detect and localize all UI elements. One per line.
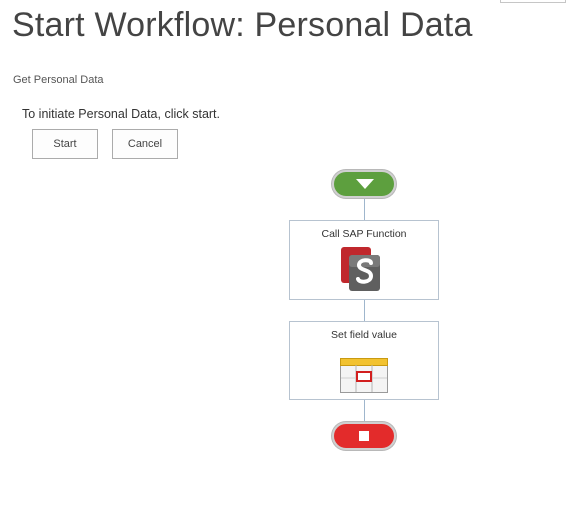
action-set-field-value[interactable]: Set field value xyxy=(289,321,439,400)
connector-line xyxy=(364,399,365,422)
connector-line xyxy=(364,299,365,321)
set-field-value-icon xyxy=(340,358,388,393)
action-label: Set field value xyxy=(331,329,397,341)
connector-line xyxy=(364,196,365,220)
play-down-arrow-icon xyxy=(356,179,374,189)
workflow-start-node[interactable] xyxy=(332,170,396,198)
workflow-start-page: Start Workflow: Personal Data Get Person… xyxy=(0,0,567,508)
action-call-sap-function[interactable]: Call SAP Function xyxy=(289,220,439,300)
workflow-diagram: Call SAP Function Set field value xyxy=(0,0,567,508)
action-label: Call SAP Function xyxy=(321,228,407,240)
stop-square-icon xyxy=(359,431,369,441)
sap-function-icon xyxy=(341,247,380,291)
workflow-end-node[interactable] xyxy=(332,422,396,450)
